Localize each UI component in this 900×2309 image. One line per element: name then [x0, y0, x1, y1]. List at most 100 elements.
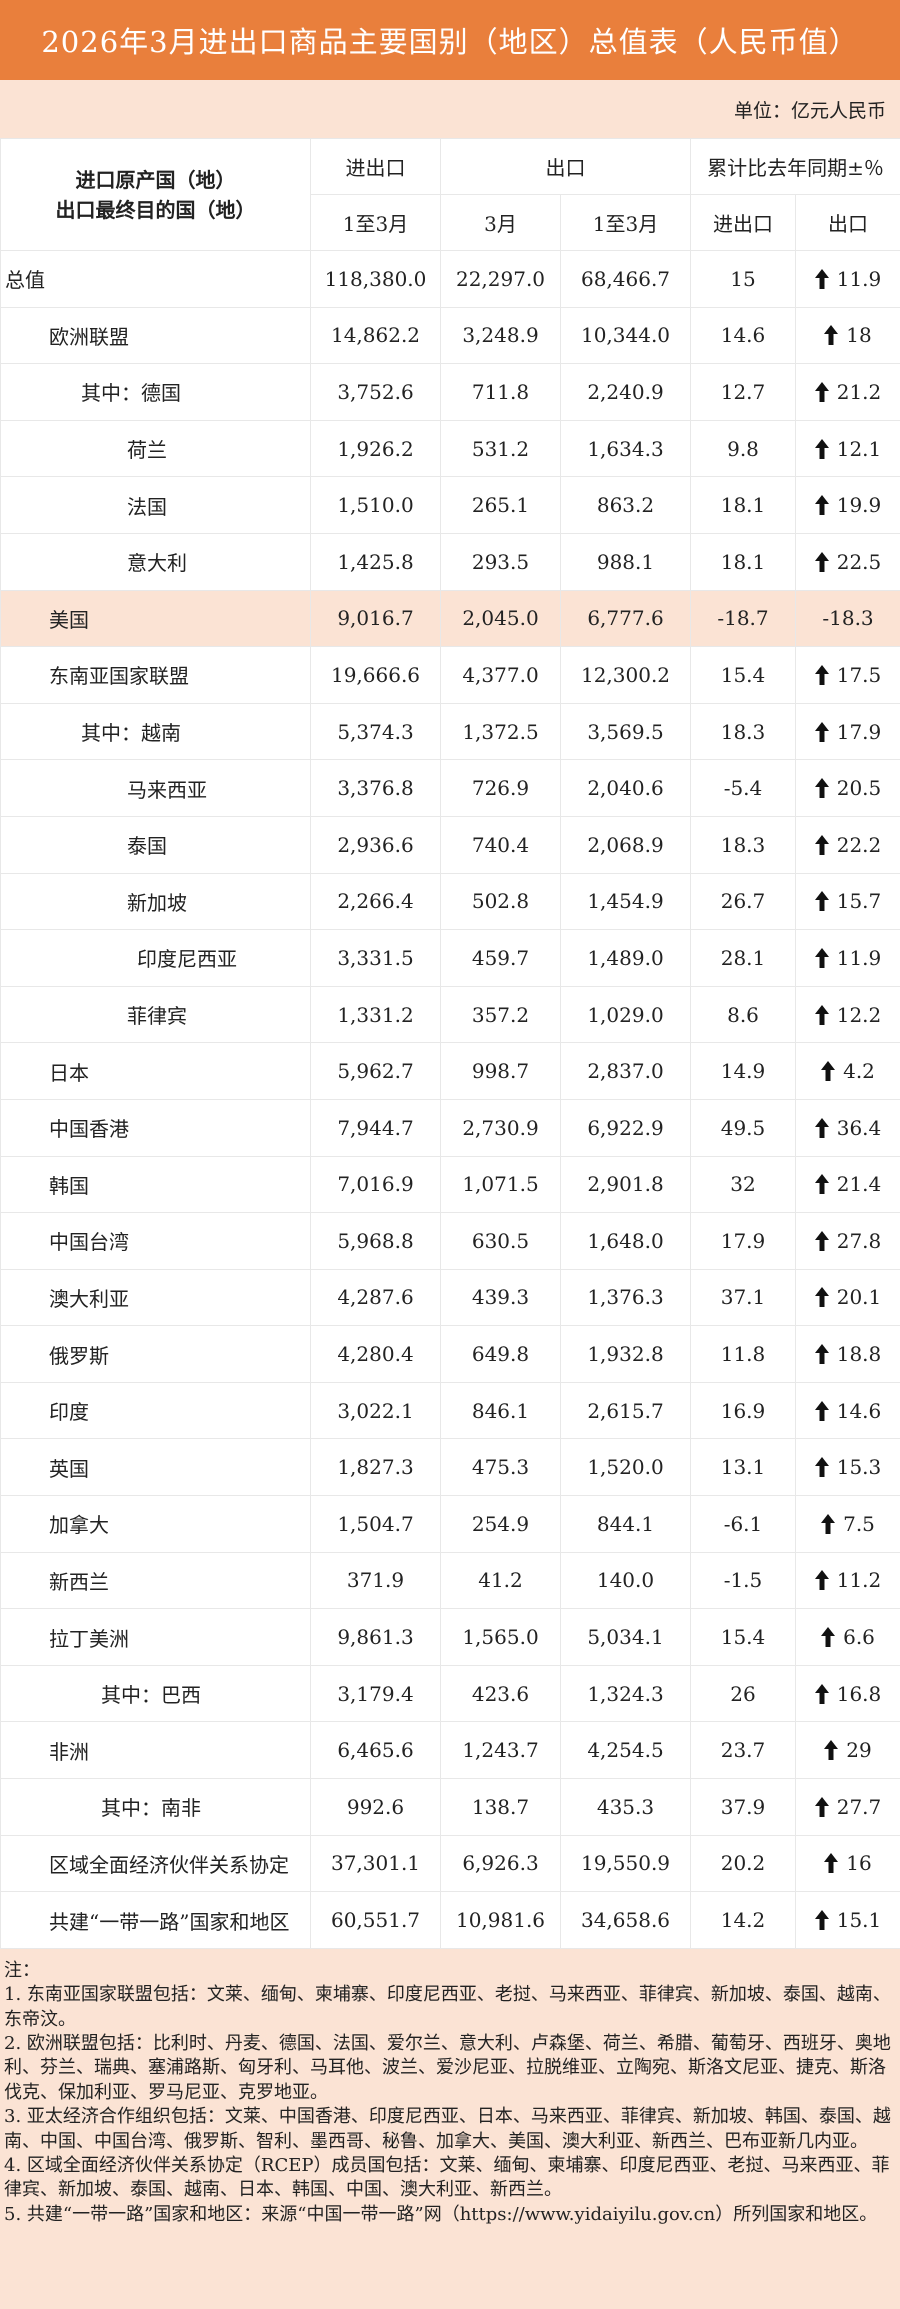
- row-yoy-export: 7.5: [796, 1496, 900, 1553]
- row-total-q1: 1,510.0: [311, 477, 441, 534]
- up-arrow-icon: [815, 833, 829, 857]
- row-yoy-trade: -6.1: [691, 1496, 796, 1553]
- up-arrow-icon: [821, 1512, 835, 1536]
- row-yoy-export: 22.5: [796, 533, 900, 590]
- row-total-q1: 118,380.0: [311, 251, 441, 308]
- row-yoy-trade: 9.8: [691, 420, 796, 477]
- row-yoy-export: 4.2: [796, 1043, 900, 1100]
- table-row: 意大利1,425.8293.5988.118.122.5: [1, 533, 900, 590]
- row-name: 澳大利亚: [1, 1269, 311, 1326]
- row-total-q1: 4,280.4: [311, 1326, 441, 1383]
- table-row: 英国1,827.3475.31,520.013.115.3: [1, 1439, 900, 1496]
- row-name: 其中：德国: [1, 364, 311, 421]
- up-arrow-icon: [815, 437, 829, 461]
- row-name: 共建“一带一路”国家和地区: [1, 1892, 311, 1949]
- row-yoy-trade: 15.4: [691, 1609, 796, 1666]
- row-name: 日本: [1, 1043, 311, 1100]
- table-row: 印度尼西亚3,331.5459.71,489.028.111.9: [1, 930, 900, 987]
- row-export-q1: 863.2: [561, 477, 691, 534]
- row-name: 其中：巴西: [1, 1665, 311, 1722]
- row-export-q1: 1,454.9: [561, 873, 691, 930]
- table-row: 俄罗斯4,280.4649.81,932.811.818.8: [1, 1326, 900, 1383]
- up-arrow-icon: [821, 1059, 835, 1083]
- row-total-q1: 3,022.1: [311, 1382, 441, 1439]
- row-yoy-export: 12.1: [796, 420, 900, 477]
- row-export-q1: 2,837.0: [561, 1043, 691, 1100]
- yoy-export-header: 出口: [796, 195, 900, 251]
- row-export-q1: 1,520.0: [561, 1439, 691, 1496]
- table-row: 法国1,510.0265.1863.218.119.9: [1, 477, 900, 534]
- row-yoy-export-value: 36.4: [837, 1116, 882, 1140]
- up-arrow-icon: [815, 1682, 829, 1706]
- row-export-q1: 435.3: [561, 1779, 691, 1836]
- row-yoy-export-value: 21.2: [837, 380, 882, 404]
- row-yoy-export: 21.4: [796, 1156, 900, 1213]
- row-yoy-export: 11.2: [796, 1552, 900, 1609]
- footnote-item: 注：: [4, 1959, 896, 1983]
- footnote-item: 5. 共建“一带一路”国家和地区：来源“中国一带一路”网（https://www…: [4, 2203, 896, 2227]
- row-yoy-export-value: 4.2: [843, 1059, 875, 1083]
- up-arrow-icon: [821, 1625, 835, 1649]
- row-yoy-export-value: 12.1: [837, 437, 882, 461]
- row-yoy-export: 20.1: [796, 1269, 900, 1326]
- row-name: 东南亚国家联盟: [1, 647, 311, 704]
- row-yoy-trade: 18.3: [691, 816, 796, 873]
- row-export-q1: 1,324.3: [561, 1665, 691, 1722]
- row-yoy-trade: 14.9: [691, 1043, 796, 1100]
- row-total-q1: 2,936.6: [311, 816, 441, 873]
- row-yoy-trade: 18.1: [691, 477, 796, 534]
- table-row: 中国台湾5,968.8630.51,648.017.927.8: [1, 1213, 900, 1270]
- row-export-march: 357.2: [441, 986, 561, 1043]
- row-yoy-trade: 18.1: [691, 533, 796, 590]
- row-yoy-export-value: 20.5: [837, 776, 882, 800]
- march-header: 3月: [441, 195, 561, 251]
- country-header: 进口原产国（地）出口最终目的国（地）: [1, 139, 311, 251]
- row-yoy-export-value: 21.4: [837, 1172, 882, 1196]
- row-export-march: 293.5: [441, 533, 561, 590]
- row-yoy-export: -18.3: [796, 590, 900, 647]
- row-yoy-export: 18: [796, 307, 900, 364]
- row-yoy-trade: 15: [691, 251, 796, 308]
- table-row: 东南亚国家联盟19,666.64,377.012,300.215.417.5: [1, 647, 900, 704]
- yoy-trade-header: 进出口: [691, 195, 796, 251]
- table-row: 菲律宾1,331.2357.21,029.08.612.2: [1, 986, 900, 1043]
- row-name: 其中：南非: [1, 1779, 311, 1836]
- row-name: 美国: [1, 590, 311, 647]
- row-export-q1: 988.1: [561, 533, 691, 590]
- row-export-march: 2,730.9: [441, 1099, 561, 1156]
- table-row: 韩国7,016.91,071.52,901.83221.4: [1, 1156, 900, 1213]
- row-export-q1: 12,300.2: [561, 647, 691, 704]
- row-yoy-trade: 16.9: [691, 1382, 796, 1439]
- row-export-q1: 1,648.0: [561, 1213, 691, 1270]
- row-export-march: 649.8: [441, 1326, 561, 1383]
- row-total-q1: 7,944.7: [311, 1099, 441, 1156]
- row-yoy-export-value: 15.7: [837, 889, 882, 913]
- up-arrow-icon: [815, 267, 829, 291]
- row-export-march: 4,377.0: [441, 647, 561, 704]
- row-yoy-trade: 23.7: [691, 1722, 796, 1779]
- up-arrow-icon: [815, 1568, 829, 1592]
- row-yoy-export-value: -18.3: [822, 606, 873, 630]
- row-yoy-export-value: 19.9: [837, 493, 882, 517]
- row-export-march: 138.7: [441, 1779, 561, 1836]
- up-arrow-icon: [815, 1908, 829, 1932]
- up-arrow-icon: [815, 946, 829, 970]
- row-export-march: 22,297.0: [441, 251, 561, 308]
- row-name: 区域全面经济伙伴关系协定: [1, 1835, 311, 1892]
- row-export-q1: 2,615.7: [561, 1382, 691, 1439]
- row-yoy-trade: 13.1: [691, 1439, 796, 1496]
- row-export-q1: 34,658.6: [561, 1892, 691, 1949]
- row-name: 印度尼西亚: [1, 930, 311, 987]
- row-yoy-export: 22.2: [796, 816, 900, 873]
- row-export-q1: 4,254.5: [561, 1722, 691, 1779]
- row-yoy-export: 18.8: [796, 1326, 900, 1383]
- row-yoy-export-value: 27.7: [837, 1795, 882, 1819]
- q1-header: 1至3月: [311, 195, 441, 251]
- row-export-q1: 2,240.9: [561, 364, 691, 421]
- table-row: 拉丁美洲9,861.31,565.05,034.115.46.6: [1, 1609, 900, 1666]
- row-yoy-export-value: 29: [846, 1738, 871, 1762]
- row-yoy-export-value: 15.3: [837, 1455, 882, 1479]
- row-yoy-trade: 18.3: [691, 703, 796, 760]
- row-yoy-trade: 8.6: [691, 986, 796, 1043]
- footnote-item: 2. 欧洲联盟包括：比利时、丹麦、德国、法国、爱尔兰、意大利、卢森堡、荷兰、希腊…: [4, 2032, 896, 2105]
